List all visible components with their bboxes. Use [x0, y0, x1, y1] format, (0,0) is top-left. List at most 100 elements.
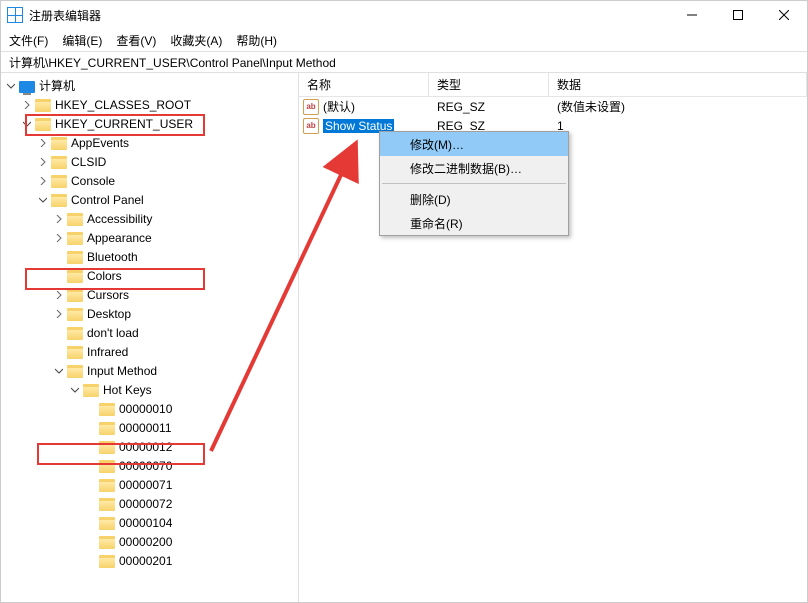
- expand-icon[interactable]: [53, 327, 65, 339]
- tree-cursors[interactable]: Cursors: [1, 285, 298, 304]
- tree-hotkey[interactable]: 00000010: [1, 399, 298, 418]
- value-data: (数值未设置): [549, 98, 807, 115]
- tree-hotkey[interactable]: 00000200: [1, 532, 298, 551]
- string-value-icon: ab: [303, 118, 319, 134]
- expand-icon[interactable]: [53, 251, 65, 263]
- tree-clsid[interactable]: CLSID: [1, 152, 298, 171]
- expand-icon[interactable]: [85, 422, 97, 434]
- column-data[interactable]: 数据: [549, 73, 807, 96]
- expand-icon[interactable]: [53, 270, 65, 282]
- expand-icon[interactable]: [85, 536, 97, 548]
- context-item-rename[interactable]: 重命名(R): [380, 211, 568, 235]
- expand-icon[interactable]: [69, 384, 81, 396]
- tree-label: Infrared: [87, 345, 128, 359]
- expand-icon[interactable]: [21, 118, 33, 130]
- column-name[interactable]: 名称: [299, 73, 429, 96]
- minimize-button[interactable]: [669, 1, 715, 29]
- menu-favorites[interactable]: 收藏夹(A): [170, 32, 222, 49]
- expand-icon[interactable]: [37, 175, 49, 187]
- expand-icon[interactable]: [37, 137, 49, 149]
- tree-hotkeys[interactable]: Hot Keys: [1, 380, 298, 399]
- expand-icon[interactable]: [85, 498, 97, 510]
- folder-icon: [35, 99, 51, 112]
- list-header: 名称 类型 数据: [299, 73, 807, 97]
- tree-hotkey[interactable]: 00000201: [1, 551, 298, 570]
- tree-hotkey[interactable]: 00000011: [1, 418, 298, 437]
- expand-icon[interactable]: [53, 365, 65, 377]
- tree-label: AppEvents: [71, 136, 129, 150]
- folder-icon: [67, 251, 83, 264]
- expand-icon[interactable]: [85, 517, 97, 529]
- menu-edit[interactable]: 编辑(E): [62, 32, 102, 49]
- folder-icon: [67, 346, 83, 359]
- folder-icon: [99, 441, 115, 454]
- tree-label: HKEY_CURRENT_USER: [55, 117, 193, 131]
- tree-pane[interactable]: 计算机 HKEY_CLASSES_ROOT HKEY_CURRENT_USER App…: [1, 73, 299, 602]
- expand-icon[interactable]: [85, 555, 97, 567]
- folder-icon: [99, 422, 115, 435]
- tree-inputmethod[interactable]: Input Method: [1, 361, 298, 380]
- tree-label: 00000070: [119, 459, 172, 473]
- tree-hotkey[interactable]: 00000071: [1, 475, 298, 494]
- expand-icon[interactable]: [37, 156, 49, 168]
- tree-desktop[interactable]: Desktop: [1, 304, 298, 323]
- folder-icon: [67, 327, 83, 340]
- tree-label: 00000010: [119, 402, 172, 416]
- tree-label: HKEY_CLASSES_ROOT: [55, 98, 191, 112]
- context-item-modify-binary[interactable]: 修改二进制数据(B)…: [380, 156, 568, 180]
- tree-hotkey[interactable]: 00000012: [1, 437, 298, 456]
- tree-bluetooth[interactable]: Bluetooth: [1, 247, 298, 266]
- value-type: REG_SZ: [429, 100, 549, 114]
- tree-appearance[interactable]: Appearance: [1, 228, 298, 247]
- tree-root[interactable]: 计算机: [1, 76, 298, 95]
- context-item-modify[interactable]: 修改(M)…: [380, 132, 568, 156]
- list-row[interactable]: ab(默认) REG_SZ(数值未设置): [299, 97, 807, 116]
- tree-label: Input Method: [87, 364, 157, 378]
- menu-help[interactable]: 帮助(H): [236, 32, 277, 49]
- tree-hkcr[interactable]: HKEY_CLASSES_ROOT: [1, 95, 298, 114]
- expand-icon[interactable]: [53, 308, 65, 320]
- expand-icon[interactable]: [85, 403, 97, 415]
- tree-hotkey[interactable]: 00000072: [1, 494, 298, 513]
- menu-file[interactable]: 文件(F): [9, 32, 48, 49]
- expand-icon[interactable]: [85, 441, 97, 453]
- expand-icon[interactable]: [85, 479, 97, 491]
- menu-view[interactable]: 查看(V): [116, 32, 156, 49]
- tree-hotkey[interactable]: 00000104: [1, 513, 298, 532]
- column-type[interactable]: 类型: [429, 73, 549, 96]
- context-item-delete[interactable]: 删除(D): [380, 187, 568, 211]
- close-button[interactable]: [761, 1, 807, 29]
- expand-icon[interactable]: [53, 213, 65, 225]
- folder-icon: [67, 308, 83, 321]
- tree-infrared[interactable]: Infrared: [1, 342, 298, 361]
- address-bar[interactable]: 计算机\HKEY_CURRENT_USER\Control Panel\Inpu…: [1, 51, 807, 73]
- folder-icon: [99, 555, 115, 568]
- window-title: 注册表编辑器: [29, 7, 669, 24]
- expand-icon[interactable]: [53, 289, 65, 301]
- tree-colors[interactable]: Colors: [1, 266, 298, 285]
- expand-icon[interactable]: [53, 232, 65, 244]
- maximize-button[interactable]: [715, 1, 761, 29]
- expand-icon[interactable]: [37, 194, 49, 206]
- tree-console[interactable]: Console: [1, 171, 298, 190]
- tree-accessibility[interactable]: Accessibility: [1, 209, 298, 228]
- tree-dontload[interactable]: don't load: [1, 323, 298, 342]
- value-name: (默认): [323, 98, 355, 115]
- context-separator: [382, 183, 566, 184]
- expand-icon[interactable]: [21, 99, 33, 111]
- list-pane[interactable]: 名称 类型 数据 ab(默认)REG_SZ(数值未设置)abShow Statu…: [299, 73, 807, 602]
- folder-icon: [35, 118, 51, 131]
- expand-icon[interactable]: [85, 460, 97, 472]
- tree-controlpanel[interactable]: Control Panel: [1, 190, 298, 209]
- folder-icon: [67, 232, 83, 245]
- tree-label: Cursors: [87, 288, 129, 302]
- string-value-icon: ab: [303, 99, 319, 115]
- tree-label: Colors: [87, 269, 122, 283]
- expand-icon[interactable]: [5, 80, 17, 92]
- address-text: 计算机\HKEY_CURRENT_USER\Control Panel\Inpu…: [9, 54, 336, 71]
- expand-icon[interactable]: [53, 346, 65, 358]
- tree-hotkey[interactable]: 00000070: [1, 456, 298, 475]
- tree-appevents[interactable]: AppEvents: [1, 133, 298, 152]
- tree-label: 00000011: [119, 421, 172, 435]
- tree-hkcu[interactable]: HKEY_CURRENT_USER: [1, 114, 298, 133]
